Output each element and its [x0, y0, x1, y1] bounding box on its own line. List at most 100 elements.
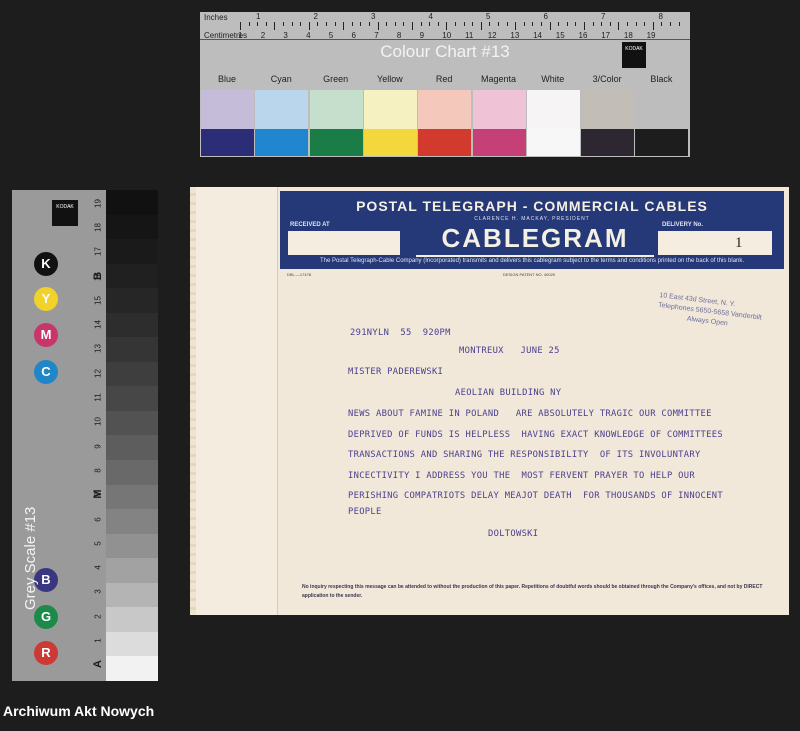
- grey-step: [106, 607, 158, 632]
- ruler-tick: [326, 22, 327, 26]
- swatch-name: Green: [323, 74, 349, 84]
- grey-step: [106, 386, 158, 411]
- ruler-inch-number: 5: [486, 12, 491, 21]
- ruler-inches-label: Inches: [204, 13, 228, 22]
- ruler-tick: [369, 22, 370, 26]
- grey-ruler-number: 18: [93, 222, 103, 232]
- office-stamp: 10 East 43d Street, N. Y. Telephones 565…: [656, 291, 774, 335]
- telegram-footer: No inquiry respecting this message can b…: [302, 584, 763, 599]
- swatch-name: Blue: [217, 74, 236, 84]
- ruler-inch-number: 7: [601, 12, 606, 21]
- grey-ruler-number: 10: [93, 417, 103, 427]
- grey-ruler-number: 15: [93, 295, 103, 305]
- ruler-tick: [403, 22, 405, 26]
- ruler-inch-number: 1: [256, 12, 261, 21]
- grey-ruler-number: 6: [93, 516, 103, 522]
- grey-ruler-number: 19: [93, 198, 103, 208]
- ruler-cm-number: 5: [328, 31, 334, 40]
- grey-step: [106, 435, 158, 461]
- ruler-tick: [601, 22, 603, 26]
- received-at-label: RECEIVED AT: [290, 222, 330, 228]
- ruler-tick: [317, 22, 319, 26]
- grey-ruler-number: 14: [93, 320, 103, 330]
- grey-step: [106, 410, 158, 436]
- ruler-tick: [566, 22, 568, 26]
- grey-step: [106, 361, 158, 387]
- ruler-tick: [644, 22, 646, 26]
- color-dot-m: M: [34, 323, 58, 347]
- torn-stub: [190, 187, 278, 615]
- ruler-tick: [455, 22, 456, 26]
- ruler-tick: [549, 22, 551, 30]
- grey-ruler-letter: B: [92, 272, 104, 280]
- color-dot-y: Y: [34, 287, 58, 311]
- grey-scale-title: Grey Scale #13: [22, 506, 39, 610]
- color-dot-c: C: [34, 360, 58, 384]
- grey-ruler-number: 4: [93, 565, 103, 570]
- ruler-tick: [283, 22, 284, 26]
- swatch-dark: [418, 129, 472, 156]
- ruler-inch-number: 3: [371, 12, 376, 21]
- received-at-box: [288, 231, 400, 255]
- message-line: TRANSACTIONS AND SHARING THE RESPONSIBIL…: [348, 450, 701, 460]
- grey-scale-ruler: 1 2 3 4 5 6 7 8 9 10 11 12 13 14 15 16 17 18 19 A M B: [90, 190, 106, 681]
- ruler-cm-number: 16: [578, 31, 588, 40]
- swatch-names: Blue Cyan Green Yellow Red Magenta White 3/Colo…: [200, 74, 690, 88]
- ruler-tick: [240, 22, 241, 30]
- grey-step: [106, 582, 158, 608]
- ruler-inch-number: 4: [428, 12, 433, 21]
- ruler-tick: [265, 22, 267, 26]
- archive-label: Archiwum Akt Nowych: [3, 703, 155, 719]
- grey-ruler-number: 12: [93, 368, 103, 378]
- ruler-tick: [635, 22, 637, 26]
- grey-ruler-number: 11: [93, 393, 103, 402]
- cablegram-document: POSTAL TELEGRAPH - COMMERCIAL CABLES CLA…: [190, 187, 789, 615]
- swatch-dark: [309, 129, 363, 156]
- ruler-tick: [463, 22, 465, 26]
- ruler-tick: [291, 22, 293, 26]
- president-line: CLARENCE H. MACKAY, PRESIDENT: [474, 216, 590, 222]
- grey-step: [106, 337, 158, 362]
- swatch-dark: [363, 129, 417, 156]
- ruler-tick: [515, 22, 517, 30]
- swatch-light: [472, 90, 526, 129]
- ruler-tick: [652, 22, 654, 30]
- ruler-cm-number: 14: [533, 31, 542, 40]
- grey-step: [106, 239, 158, 264]
- message-line: DEPRIVED OF FUNDS IS HELPLESS HAVING EXA…: [348, 430, 723, 440]
- signature-line: DOLTOWSKI: [488, 529, 539, 539]
- ruler-tick: [420, 22, 422, 26]
- ruler-cm-number: 4: [306, 31, 311, 40]
- ruler-tick: [360, 22, 362, 26]
- form-number: DBL.—17478: [287, 272, 312, 277]
- swatch-name: 3/Color: [592, 74, 622, 84]
- message-line: PEOPLE: [348, 507, 382, 517]
- ruler-tick: [472, 22, 474, 26]
- swatch-name: White: [541, 74, 565, 84]
- grey-ruler-number: 8: [93, 468, 103, 473]
- ruler-tick: [592, 22, 594, 26]
- ruler-tick: [446, 22, 448, 30]
- swatch-light: [418, 90, 472, 129]
- swatch-light: [581, 90, 635, 129]
- design-patent: DESIGN PATENT NO. 40029: [503, 272, 556, 277]
- color-dot-k: K: [34, 252, 58, 276]
- ruler-cm-number: 10: [442, 31, 452, 40]
- swatch-light: [363, 90, 417, 129]
- swatch-name: Black: [650, 74, 673, 84]
- message-line: PERISHING COMPATRIOTS DELAY MEAJOT DEATH…: [348, 491, 723, 501]
- ruler-tick: [386, 22, 388, 26]
- ruler-tick: [523, 22, 525, 26]
- grey-ruler-number: 9: [93, 443, 103, 449]
- grey-step: [106, 214, 158, 240]
- ruler-tick: [394, 22, 396, 26]
- swatch-light: [635, 90, 689, 129]
- kodak-logo: KODAK: [622, 42, 646, 68]
- message-line: MONTREUX JUNE 25: [459, 346, 560, 356]
- grey-step: [106, 631, 158, 657]
- ruler-tick: [334, 22, 336, 26]
- ruler-tick: [257, 22, 259, 26]
- colour-chart: Inches Centimetres 1 2 3 4 5 6 7 8 9 10 11 12 13 14 15…: [200, 12, 690, 157]
- ruler-cm-number: 6: [351, 31, 356, 40]
- ruler-cm-number: 19: [646, 31, 656, 40]
